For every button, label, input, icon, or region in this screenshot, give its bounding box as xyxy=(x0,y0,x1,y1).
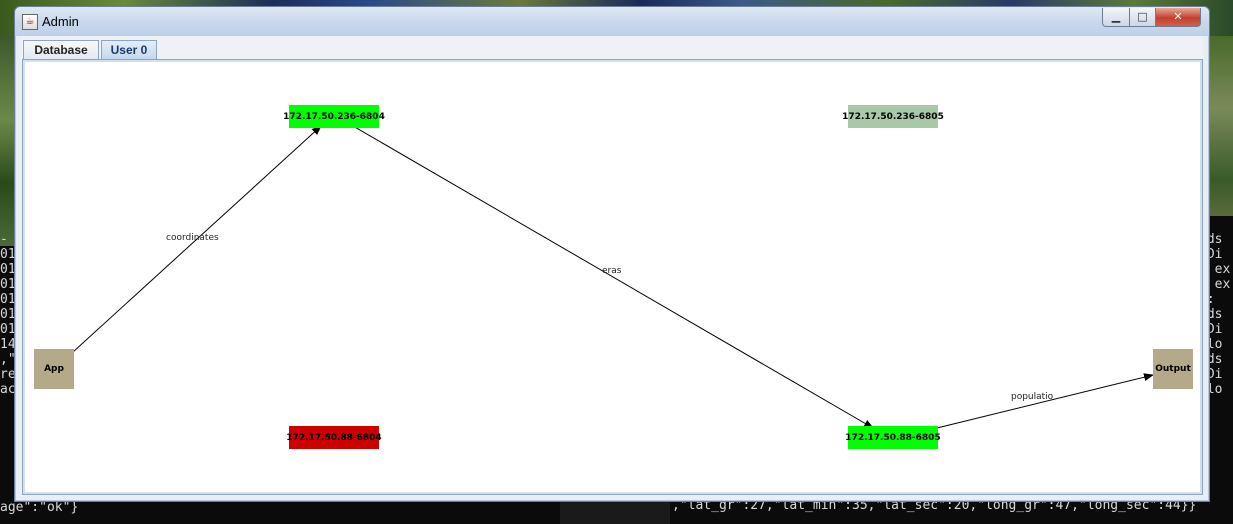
edge-236-6804-to-88-6805 xyxy=(352,125,874,429)
terminal-line: 01 xyxy=(0,277,14,292)
tab-database[interactable]: Database xyxy=(23,40,99,59)
edge-label-coordinates: coordinates xyxy=(166,233,219,243)
terminal-bottom-left-text: age":"ok"} xyxy=(0,500,79,515)
node-output[interactable]: Output xyxy=(1153,349,1193,389)
node-label: 172.17.50.88-6804 xyxy=(286,432,382,443)
node-output-label: Output xyxy=(1155,364,1191,374)
close-button[interactable]: ✕ xyxy=(1155,8,1201,27)
terminal-line: 01 xyxy=(0,322,14,337)
tab-user-0[interactable]: User 0 xyxy=(101,40,157,59)
node-app[interactable]: App xyxy=(34,349,74,389)
admin-window: ☕ Admin ▁ □ ✕ Database User 0 App 172.17… xyxy=(14,6,1210,502)
node-172-17-50-236-6805[interactable]: 172.17.50.236-6805 xyxy=(842,105,944,128)
edge-label-eras: eras xyxy=(602,266,622,276)
node-app-label: App xyxy=(44,364,64,374)
window-title: Admin xyxy=(42,14,79,29)
node-label: 172.17.50.88-6805 xyxy=(845,432,941,443)
terminal-line: re xyxy=(0,367,14,382)
node-172-17-50-88-6805[interactable]: 172.17.50.88-6805 xyxy=(845,426,941,449)
window-client-area: Database User 0 App 172.17.50.236-6804 1… xyxy=(21,36,1203,496)
terminal-line: - P xyxy=(0,232,8,247)
background-terminal-bottom: age":"ok"} ,"lat_gr":27,"lat_min":35,"la… xyxy=(0,500,1233,524)
graph-edges xyxy=(72,125,1154,429)
desktop-wallpaper-left xyxy=(0,36,14,246)
terminal-line: ," xyxy=(0,352,14,367)
java-app-icon: ☕ xyxy=(22,14,38,30)
graph-canvas[interactable]: App 172.17.50.236-6804 172.17.50.236-680… xyxy=(22,59,1203,495)
node-172-17-50-236-6804[interactable]: 172.17.50.236-6804 xyxy=(283,105,385,128)
terminal-line: 01 xyxy=(0,262,14,277)
minimize-button[interactable]: ▁ xyxy=(1102,8,1130,27)
node-172-17-50-88-6804[interactable]: 172.17.50.88-6804 xyxy=(286,426,382,449)
terminal-line: 01 xyxy=(0,247,14,262)
node-label: 172.17.50.236-6805 xyxy=(842,111,944,122)
terminal-line: 01 xyxy=(0,307,14,322)
terminal-line: 01 xyxy=(0,292,14,307)
background-terminal-left: - P01010101010114,"reac xyxy=(0,232,14,397)
terminal-line: 14 xyxy=(0,337,14,352)
maximize-button[interactable]: □ xyxy=(1129,8,1156,27)
node-label: 172.17.50.236-6804 xyxy=(283,111,385,122)
terminal-divider xyxy=(560,500,670,524)
title-bar[interactable]: ☕ Admin ▁ □ ✕ xyxy=(15,7,1209,36)
edge-label-populatio: populatio xyxy=(1011,392,1054,402)
terminal-line: ac xyxy=(0,382,14,397)
